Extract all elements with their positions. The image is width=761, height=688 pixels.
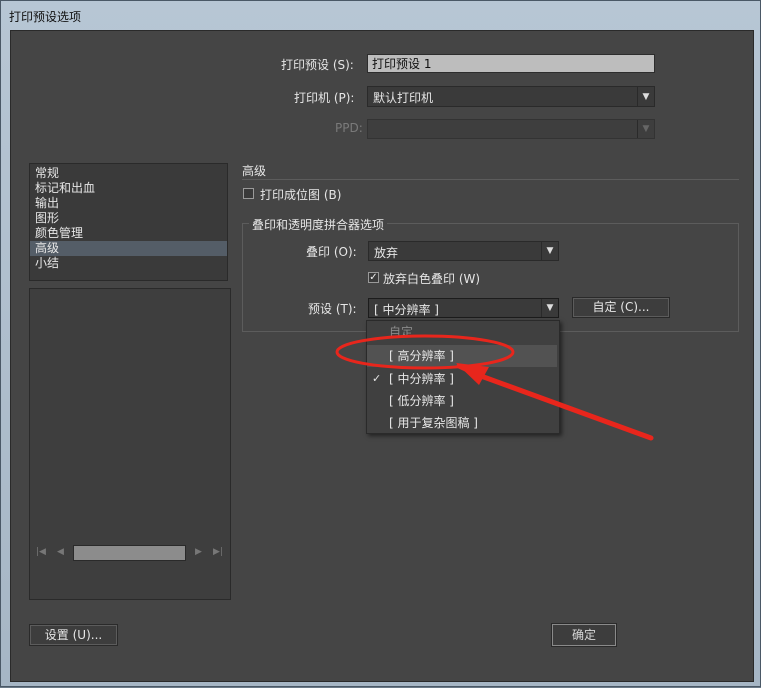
- annotation-overlay: [335, 334, 654, 441]
- arrow-icon: [456, 363, 654, 441]
- dialog-window: 打印预设选项 打印预设 (S): 打印机 (P): 默认打印机 ▼ PPD: ▼…: [0, 0, 761, 687]
- arrowhead-icon: [456, 363, 489, 385]
- highlight-ellipse: [335, 334, 515, 370]
